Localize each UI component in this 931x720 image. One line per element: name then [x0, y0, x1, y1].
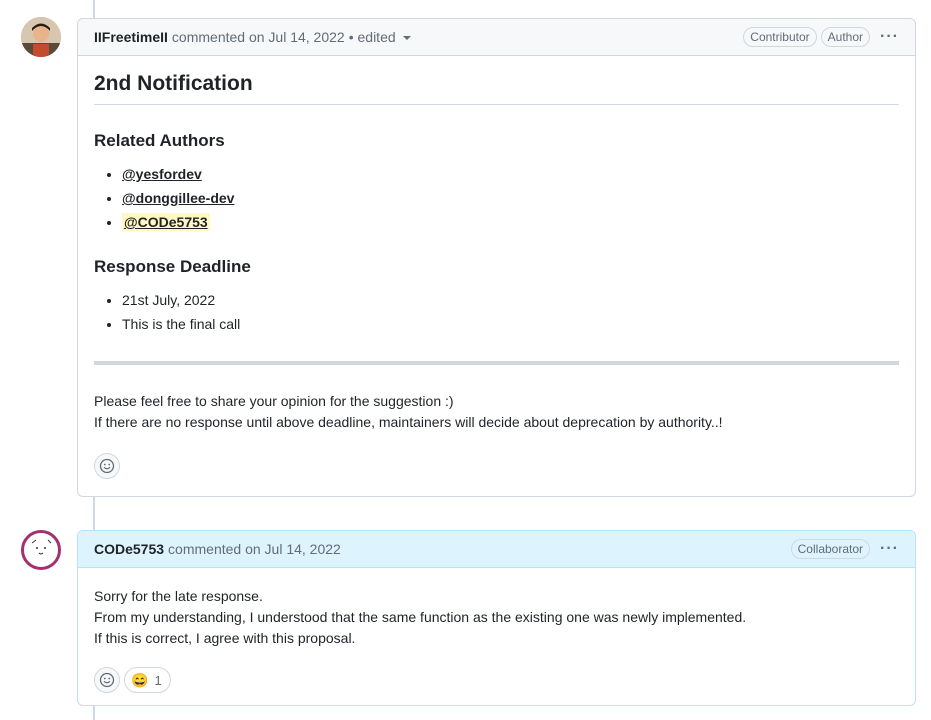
deadline-list: 21st July, 2022 This is the final call [94, 291, 899, 333]
user-mention[interactable]: @donggillee-dev [122, 190, 234, 206]
avatar[interactable] [21, 17, 61, 57]
list-item: @CODe5753 [122, 213, 899, 231]
section-heading: Response Deadline [94, 257, 251, 276]
comment-body: 2nd Notification Related Authors @yesfor… [78, 72, 915, 479]
kebab-horizontal-icon[interactable]: ··· [880, 540, 899, 558]
smiley-icon [99, 672, 115, 688]
comment-paragraph: If there are no response until above dea… [94, 414, 723, 430]
smiley-icon [99, 458, 115, 474]
reactions-row: 😄 1 [94, 667, 899, 693]
add-reaction-button[interactable] [94, 667, 120, 693]
avatar-image-icon [21, 17, 61, 57]
reactions-row [94, 453, 899, 479]
comment-paragraph: If this is correct, I agree with this pr… [94, 630, 356, 646]
comment-author[interactable]: IIFreetimeII [94, 29, 168, 45]
related-authors-list: @yesfordev @donggillee-dev @CODe5753 [94, 165, 899, 231]
edited-label: • edited [348, 29, 396, 45]
comment-title: 2nd Notification [94, 72, 899, 105]
list-item: @yesfordev [122, 165, 899, 183]
list-item: This is the final call [122, 315, 899, 333]
comment-timestamp[interactable]: commented on Jul 14, 2022 [172, 29, 345, 45]
reaction-count: 1 [154, 672, 162, 688]
author-badge: Author [820, 27, 871, 47]
comment-paragraph: Please feel free to share your opinion f… [94, 393, 454, 409]
comment-paragraph: From my understanding, I understood that… [94, 609, 747, 625]
list-item: @donggillee-dev [122, 189, 899, 207]
user-mention[interactable]: @CODe5753 [122, 213, 210, 231]
comment-header: IIFreetimeII commented on Jul 14, 2022 •… [78, 19, 915, 56]
chevron-down-icon [402, 36, 411, 40]
comment-author[interactable]: CODe5753 [94, 541, 164, 557]
horizontal-rule [94, 361, 899, 365]
user-mention[interactable]: @yesfordev [122, 166, 202, 182]
collaborator-badge: Collaborator [790, 539, 871, 559]
avatar-image-icon [25, 534, 57, 566]
comment-paragraph: Sorry for the late response. [94, 588, 263, 604]
avatar[interactable] [21, 530, 61, 570]
comment-card: IIFreetimeII commented on Jul 14, 2022 •… [77, 18, 916, 497]
comment-body: Sorry for the late response. From my und… [78, 568, 915, 693]
section-heading: Related Authors [94, 131, 225, 150]
comment-header: CODe5753 commented on Jul 14, 2022 Colla… [78, 531, 915, 568]
add-reaction-button[interactable] [94, 453, 120, 479]
comment-timestamp[interactable]: commented on Jul 14, 2022 [168, 541, 341, 557]
contributor-badge: Contributor [743, 27, 817, 47]
laugh-emoji-icon: 😄 [131, 671, 149, 688]
list-item: 21st July, 2022 [122, 291, 899, 309]
comment-card: CODe5753 commented on Jul 14, 2022 Colla… [77, 530, 916, 706]
edited-menu[interactable]: • edited [349, 29, 411, 45]
kebab-horizontal-icon[interactable]: ··· [880, 28, 899, 46]
reaction-laugh-button[interactable]: 😄 1 [124, 667, 171, 693]
